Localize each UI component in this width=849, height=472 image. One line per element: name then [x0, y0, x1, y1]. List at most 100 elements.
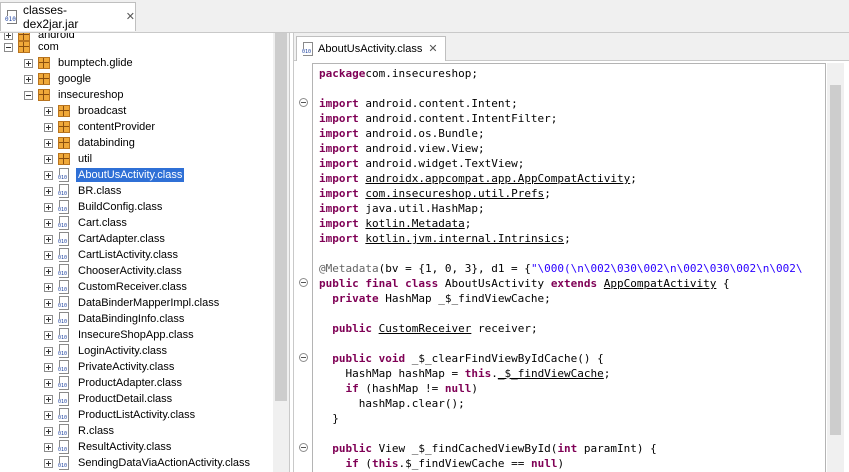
- file-tab-bar: 010 classes-dex2jar.jar ✕: [0, 0, 849, 33]
- tree-item[interactable]: 010 InsecureShopApp.class: [44, 327, 196, 343]
- class-file-icon: 010: [58, 375, 70, 391]
- tree-item[interactable]: databinding: [44, 135, 137, 151]
- expand-icon[interactable]: [44, 186, 53, 196]
- code-line: import android.widget.TextView;: [319, 156, 524, 171]
- code-text: android.content.IntentFilter;: [358, 112, 558, 125]
- tree-item[interactable]: 010 ProductAdapter.class: [44, 375, 184, 391]
- editor-tab-aboutusactivity[interactable]: 010 AboutUsActivity.class ✕: [296, 36, 446, 61]
- code-keyword: if: [345, 457, 359, 470]
- tree-item[interactable]: 010 R.class: [44, 423, 116, 439]
- tree-item[interactable]: insecureshop: [24, 87, 125, 103]
- code-type-link[interactable]: CustomReceiver: [379, 322, 472, 335]
- tree-item[interactable]: 010 AboutUsActivity.class: [44, 167, 185, 183]
- code-view[interactable]: packagecom.insecureshop; import android.c…: [312, 63, 826, 472]
- expand-icon[interactable]: [44, 154, 53, 164]
- tree-item-label: R.class: [78, 425, 115, 437]
- tree-item[interactable]: bumptech.glide: [24, 55, 135, 71]
- code-keyword: import: [319, 157, 359, 170]
- fold-toggle-icon[interactable]: [299, 278, 308, 287]
- code-keyword: if: [345, 382, 359, 395]
- expand-icon[interactable]: [24, 74, 33, 84]
- expand-icon[interactable]: [44, 122, 53, 132]
- expand-icon[interactable]: [44, 298, 53, 308]
- package-icon: [58, 105, 70, 117]
- tree-item[interactable]: 010 ProductListActivity.class: [44, 407, 197, 423]
- code-keyword: int: [557, 442, 578, 455]
- tree-item-label: broadcast: [78, 105, 127, 117]
- expand-icon[interactable]: [44, 234, 53, 244]
- tree-item[interactable]: 010 LoginActivity.class: [44, 343, 169, 359]
- tree-item[interactable]: com: [4, 39, 61, 55]
- expand-icon[interactable]: [44, 170, 53, 180]
- code-type-link[interactable]: kotlin.Metadata: [365, 217, 464, 230]
- code-keyword: public final class: [319, 277, 439, 290]
- tree-item-label: ChooserActivity.class: [78, 265, 182, 277]
- fold-toggle-icon[interactable]: [299, 353, 308, 362]
- tree-item[interactable]: util: [44, 151, 94, 167]
- class-file-icon: 010: [58, 343, 70, 359]
- code-type-link[interactable]: com.insecureshop.util.Prefs: [365, 187, 544, 200]
- expand-icon[interactable]: [44, 378, 53, 388]
- expand-icon[interactable]: [44, 394, 53, 404]
- close-icon[interactable]: ✕: [126, 11, 135, 23]
- tree-item[interactable]: 010 CartListActivity.class: [44, 247, 180, 263]
- tree-scrollbar-thumb[interactable]: [275, 33, 287, 401]
- code-line: import java.util.HashMap;: [319, 201, 485, 216]
- code-text: {: [716, 277, 730, 290]
- expand-icon[interactable]: [44, 266, 53, 276]
- tree-item[interactable]: 010 PrivateActivity.class: [44, 359, 176, 375]
- expand-icon[interactable]: [24, 58, 33, 68]
- expand-icon[interactable]: [44, 314, 53, 324]
- tree-item[interactable]: broadcast: [44, 103, 128, 119]
- file-tab-classes-jar[interactable]: 010 classes-dex2jar.jar ✕: [0, 2, 136, 31]
- expand-icon[interactable]: [44, 410, 53, 420]
- tree-item[interactable]: 010 ProductDetail.class: [44, 391, 174, 407]
- tree-item[interactable]: 010 Cart.class: [44, 215, 129, 231]
- expand-icon[interactable]: [44, 442, 53, 452]
- code-type-link[interactable]: _$_findViewCache: [498, 367, 604, 380]
- expand-icon[interactable]: [44, 218, 53, 228]
- expand-icon[interactable]: [44, 282, 53, 292]
- expand-icon[interactable]: [44, 362, 53, 372]
- tree-item[interactable]: 010 CartAdapter.class: [44, 231, 167, 247]
- expand-icon[interactable]: [44, 330, 53, 340]
- tree-item[interactable]: 010 DataBindingInfo.class: [44, 311, 186, 327]
- collapse-icon[interactable]: [4, 42, 13, 52]
- tree-item[interactable]: 010 BuildConfig.class: [44, 199, 164, 215]
- fold-toggle-icon[interactable]: [299, 98, 308, 107]
- expand-icon[interactable]: [44, 426, 53, 436]
- tree-item[interactable]: google: [24, 71, 93, 87]
- fold-toggle-icon[interactable]: [299, 443, 308, 452]
- code-line: if (hashMap != null): [319, 381, 478, 396]
- code-type-link[interactable]: AppCompatActivity: [604, 277, 717, 290]
- tree-item[interactable]: 010 SendingDataViaActionActivity.class: [44, 455, 252, 471]
- tree-item[interactable]: 010 BR.class: [44, 183, 123, 199]
- editor-scrollbar-thumb[interactable]: [830, 85, 841, 435]
- expand-icon[interactable]: [44, 346, 53, 356]
- expand-icon[interactable]: [44, 138, 53, 148]
- code-text: ): [471, 382, 478, 395]
- expand-icon[interactable]: [44, 106, 53, 116]
- close-icon[interactable]: ✕: [428, 43, 437, 55]
- code-keyword: public: [332, 322, 372, 335]
- code-type-link[interactable]: kotlin.jvm.internal.Intrinsics: [365, 232, 564, 245]
- code-type-link[interactable]: androidx.appcompat.app.AppCompatActivity: [365, 172, 630, 185]
- expand-icon[interactable]: [44, 202, 53, 212]
- tree-item-label: DataBindingInfo.class: [78, 313, 185, 325]
- expand-icon[interactable]: [44, 250, 53, 260]
- tree-item-label: ResultActivity.class: [78, 441, 172, 453]
- collapse-icon[interactable]: [24, 90, 33, 100]
- tree-item[interactable]: 010 CustomReceiver.class: [44, 279, 189, 295]
- editor-scrollbar[interactable]: [827, 63, 844, 472]
- code-keyword: import: [319, 112, 359, 125]
- tree-item[interactable]: 010 ChooserActivity.class: [44, 263, 184, 279]
- tree-scrollbar[interactable]: [273, 33, 289, 472]
- code-text: ;: [464, 217, 472, 230]
- expand-icon[interactable]: [44, 458, 53, 468]
- code-text: View _$_findCachedViewById(: [372, 442, 558, 455]
- tree-item[interactable]: contentProvider: [44, 119, 157, 135]
- tree-item[interactable]: 010 DataBinderMapperImpl.class: [44, 295, 221, 311]
- tree-item[interactable]: 010 ResultActivity.class: [44, 439, 173, 455]
